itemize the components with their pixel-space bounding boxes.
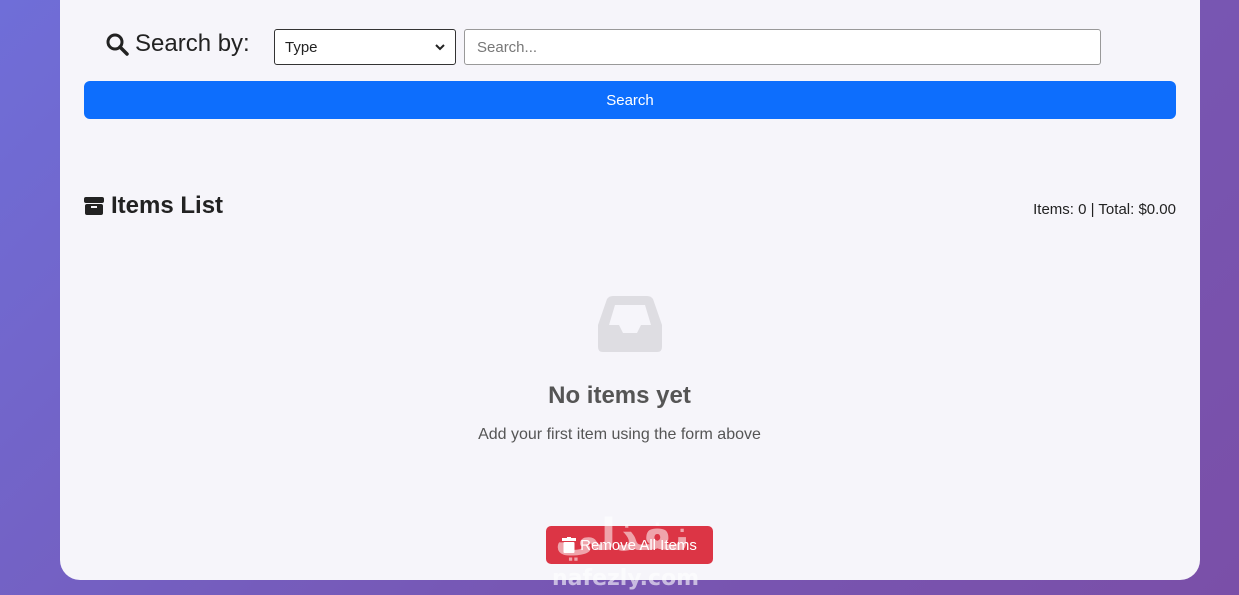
empty-state-subtitle: Add your first item using the form above xyxy=(478,426,761,443)
search-icon xyxy=(106,33,129,56)
empty-state-title: No items yet xyxy=(548,382,691,409)
type-select[interactable]: Type xyxy=(274,29,456,65)
watermark-latin: nafezly.com xyxy=(552,566,700,591)
chevron-down-icon xyxy=(435,44,445,51)
items-list-heading: Items List xyxy=(83,192,223,220)
items-list-title: Items List xyxy=(111,192,224,219)
search-label: Search by: xyxy=(105,30,274,58)
watermark-arabic: نفذلي xyxy=(555,510,690,561)
box-icon xyxy=(84,197,104,215)
search-button[interactable]: Search xyxy=(84,81,1176,119)
inbox-icon xyxy=(598,296,662,352)
search-row: Search by: xyxy=(105,30,274,58)
search-input[interactable] xyxy=(464,29,1101,65)
items-summary: Items: 0 | Total: $0.00 xyxy=(1033,201,1176,218)
type-select-value: Type xyxy=(285,38,318,56)
search-label-text: Search by: xyxy=(135,30,250,57)
